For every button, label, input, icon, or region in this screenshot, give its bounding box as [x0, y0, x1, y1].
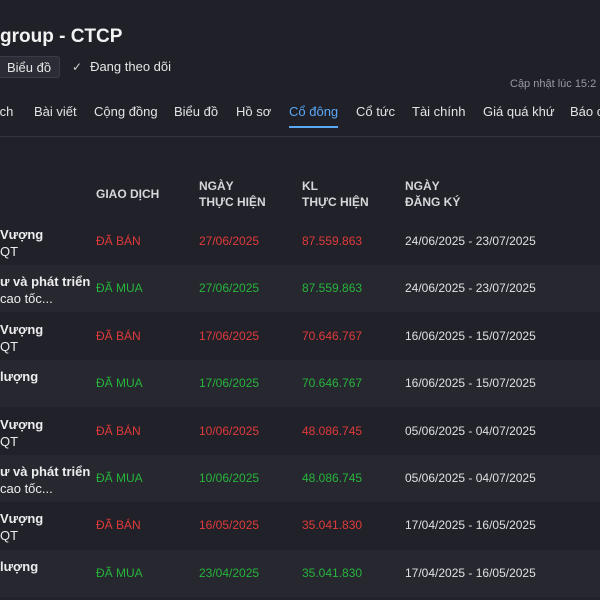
col-reg-date-line2: ĐĂNG KÝ — [405, 195, 461, 209]
tab-profile[interactable]: Hồ sơ — [236, 104, 271, 119]
shareholder-name[interactable]: Vượng QT — [0, 226, 43, 260]
tab-bar: ích Bài viết Cộng đồng Biểu đồ Hồ sơ Cổ … — [0, 98, 600, 128]
col-exec-date: NGÀY THỰC HIỆN — [199, 178, 266, 210]
registration-period: 17/04/2025 - 16/05/2025 — [405, 566, 536, 580]
shareholder-name-line2: QT — [0, 339, 19, 354]
shareholder-name-line1: ư và phát triển — [0, 274, 91, 289]
shareholder-name-line1: lượng — [0, 369, 39, 384]
shareholder-name-line1: lượng — [0, 559, 39, 574]
check-icon: ✓ — [72, 60, 83, 74]
shareholder-name-line2: QT — [0, 244, 19, 259]
transaction-type: ĐÃ MUA — [96, 281, 143, 295]
tab-shareholders[interactable]: Cổ đông — [289, 104, 339, 128]
col-exec-volume-line1: KL — [302, 179, 318, 193]
tab-posts[interactable]: Bài viết — [34, 104, 77, 119]
table-row[interactable]: Vượng QT ĐÃ BÁN 16/05/2025 35.041.830 17/04/2… — [0, 502, 600, 549]
execution-volume: 48.086.745 — [302, 424, 363, 438]
execution-volume: 87.559.863 — [302, 234, 363, 248]
transaction-type: ĐÃ BÁN — [96, 329, 141, 343]
execution-volume: 35.041.830 — [302, 566, 363, 580]
execution-volume: 35.041.830 — [302, 518, 363, 532]
shareholder-name-line1: Vượng — [0, 417, 44, 432]
tab-1[interactable]: ích — [0, 104, 13, 119]
shareholder-name-line2: cao tốc... — [0, 481, 53, 496]
table-row[interactable]: Vượng QT ĐÃ BÁN 10/06/2025 48.086.745 05/06/2… — [0, 408, 600, 455]
table-row[interactable]: ư và phát triển cao tốc... ĐÃ MUA 10/06/202… — [0, 455, 600, 502]
tab-chart[interactable]: Biểu đồ — [174, 104, 218, 119]
shareholder-name-line1: Vượng — [0, 511, 44, 526]
shareholder-name[interactable]: Vượng QT — [0, 510, 43, 544]
shareholder-name-line1: Vượng — [0, 322, 44, 337]
execution-date: 10/06/2025 — [199, 471, 260, 485]
registration-period: 05/06/2025 - 04/07/2025 — [405, 471, 536, 485]
col-exec-date-line1: NGÀY — [199, 179, 234, 193]
tab-dividends[interactable]: Cổ tức — [356, 104, 395, 119]
shareholder-name-line2: cao tốc... — [0, 291, 53, 306]
shareholder-name[interactable]: Vượng QT — [0, 321, 43, 355]
execution-volume: 70.646.767 — [302, 329, 363, 343]
execution-date: 17/06/2025 — [199, 376, 260, 390]
col-reg-date: NGÀY ĐĂNG KÝ — [405, 178, 460, 210]
tab-reports[interactable]: Báo c — [570, 104, 600, 119]
col-exec-volume-line2: THỰC HIỆN — [302, 195, 369, 209]
company-title: group - CTCP — [0, 26, 123, 47]
registration-period: 17/04/2025 - 16/05/2025 — [405, 518, 536, 532]
registration-period: 24/06/2025 - 23/07/2025 — [405, 281, 536, 295]
tab-price-history[interactable]: Giá quá khứ — [483, 104, 555, 119]
transaction-type: ĐÃ MUA — [96, 471, 143, 485]
execution-date: 16/05/2025 — [199, 518, 260, 532]
last-updated: Cập nhật lúc 15:2 — [510, 78, 597, 90]
tab-financials[interactable]: Tài chính — [412, 104, 465, 119]
transaction-type: ĐÃ MUA — [96, 566, 143, 580]
shareholder-name[interactable]: lượng — [0, 558, 38, 575]
follow-label: Đang theo dõi — [90, 59, 172, 74]
execution-date: 17/06/2025 — [199, 329, 260, 343]
execution-date: 10/06/2025 — [199, 424, 260, 438]
page-header: group - CTCP Biểu đồ ✓ Đang theo dõi Cập … — [0, 0, 600, 136]
execution-volume: 48.086.745 — [302, 471, 363, 485]
shareholder-name[interactable]: lượng — [0, 368, 38, 385]
execution-volume: 87.559.863 — [302, 281, 363, 295]
table-row[interactable]: Vượng QT ĐÃ BÁN 17/06/2025 70.646.767 16/06/2… — [0, 313, 600, 360]
shareholder-name-line2: QT — [0, 434, 19, 449]
transaction-type: ĐÃ BÁN — [96, 424, 141, 438]
execution-date: 27/06/2025 — [199, 281, 260, 295]
col-transaction: GIAO DỊCH — [96, 187, 160, 201]
shareholder-name[interactable]: ư và phát triển cao tốc... — [0, 273, 90, 307]
registration-period: 16/06/2025 - 15/07/2025 — [405, 376, 536, 390]
col-exec-volume: KL THỰC HIỆN — [302, 178, 369, 210]
transaction-type: ĐÃ MUA — [96, 376, 143, 390]
header-divider — [0, 136, 600, 137]
col-exec-date-line2: THỰC HIỆN — [199, 195, 266, 209]
shareholder-name[interactable]: ư và phát triển cao tốc... — [0, 463, 90, 497]
chart-button[interactable]: Biểu đồ — [0, 56, 61, 78]
execution-date: 27/06/2025 — [199, 234, 260, 248]
table-row[interactable]: ư và phát triển cao tốc... ĐÃ MUA 27/06/202… — [0, 265, 600, 312]
table-row[interactable]: lượng ĐÃ MUA 17/06/2025 70.646.767 16/06/202… — [0, 360, 600, 407]
execution-date: 23/04/2025 — [199, 566, 260, 580]
follow-button[interactable]: ✓ Đang theo dõi — [72, 59, 171, 74]
shareholder-name-line1: ư và phát triển — [0, 464, 91, 479]
registration-period: 05/06/2025 - 04/07/2025 — [405, 424, 536, 438]
table-row[interactable]: Vượng QT ĐÃ BÁN 27/06/2025 87.559.863 24/06/2… — [0, 218, 600, 265]
registration-period: 16/06/2025 - 15/07/2025 — [405, 329, 536, 343]
shareholder-name-line1: Vượng — [0, 227, 44, 242]
col-reg-date-line1: NGÀY — [405, 179, 440, 193]
transaction-type: ĐÃ BÁN — [96, 518, 141, 532]
execution-volume: 70.646.767 — [302, 376, 363, 390]
shareholder-name[interactable]: Vượng QT — [0, 416, 43, 450]
tab-community[interactable]: Cộng đồng — [94, 104, 158, 119]
table-row[interactable]: lượng ĐÃ MUA 23/04/2025 35.041.830 17/04/202… — [0, 550, 600, 597]
transaction-type: ĐÃ BÁN — [96, 234, 141, 248]
registration-period: 24/06/2025 - 23/07/2025 — [405, 234, 536, 248]
shareholder-name-line2: QT — [0, 528, 19, 543]
